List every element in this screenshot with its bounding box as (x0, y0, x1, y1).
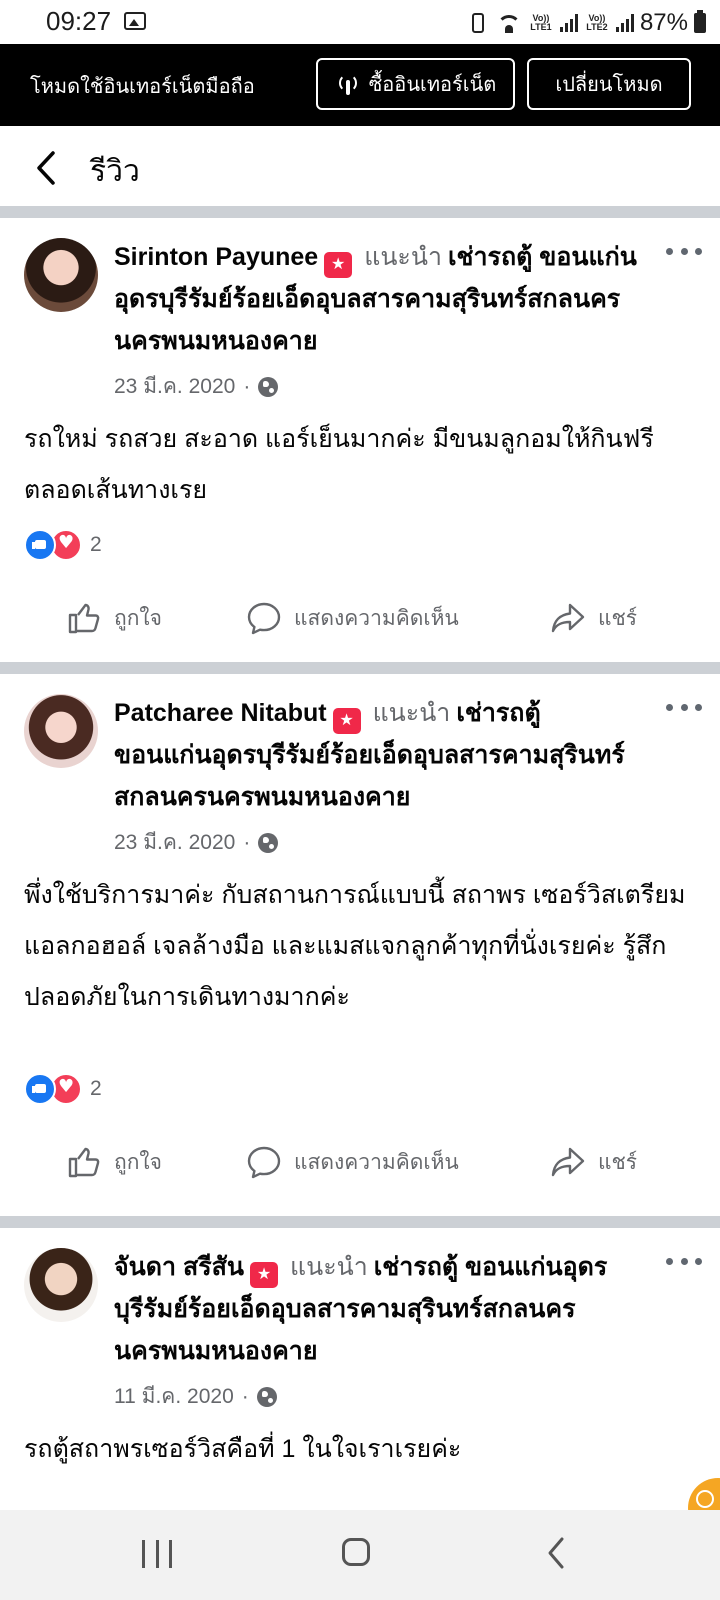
action-row: ถูกใจ แสดงความคิดเห็น แชร์ (0, 1132, 720, 1192)
review-date-row: 11 มี.ค. 2020 · (114, 1380, 277, 1413)
review-text: พึ่งใช้บริการมาค่ะ กับสถานการณ์แบบนี้ สถ… (24, 881, 686, 1011)
review-post: Patcharee Nitabut ★ แนะนำ เช่ารถตู้ ขอนแก่น… (0, 674, 720, 1204)
share-button[interactable]: แชร์ (550, 588, 637, 648)
globe-icon (258, 376, 279, 397)
comment-button[interactable]: แสดงความคิดเห็น (246, 588, 459, 648)
review-author[interactable]: Sirinton Payunee (114, 243, 318, 271)
share-button[interactable]: แชร์ (550, 1132, 637, 1192)
gallery-icon (124, 12, 146, 30)
separator-dot: · (243, 374, 251, 398)
lte1-label: Vo)) LTE1 (530, 13, 552, 32)
status-icons: Vo)) LTE1 Vo)) LTE2 87% (471, 8, 706, 38)
page-title: รีวิว (90, 155, 140, 188)
review-post: จันดา สรีสัน ★ แนะนำ เช่ารถตู้ ขอนแก่นอุดรบ… (0, 1228, 720, 1510)
like-reaction-icon (24, 1073, 56, 1105)
like-button[interactable]: ถูกใจ (66, 588, 162, 648)
review-date[interactable]: 11 มี.ค. 2020 (114, 1380, 234, 1413)
like-reaction-icon (24, 529, 56, 561)
comment-icon (247, 602, 281, 635)
reactions-summary[interactable]: 2 (24, 529, 102, 561)
share-arrow-icon (551, 1147, 585, 1177)
section-divider (0, 1216, 720, 1228)
review-text: รถตู้สถาพรเซอร์วิสคือที่ 1 ในใจเราเรยค่ะ (24, 1435, 462, 1463)
review-date[interactable]: 23 มี.ค. 2020 (114, 826, 235, 859)
thumbs-up-icon (68, 603, 100, 634)
like-button[interactable]: ถูกใจ (66, 1132, 162, 1192)
buy-internet-button[interactable]: ซื้ออินเทอร์เน็ต (316, 58, 515, 110)
data-mode-text: โหมดใช้อินเทอร์เน็ตมือถือ (30, 76, 255, 98)
buy-internet-label: ซื้ออินเทอร์เน็ต (368, 74, 497, 96)
comment-button[interactable]: แสดงความคิดเห็น (246, 1132, 459, 1192)
review-text: รถใหม่ รถสวย สะอาด แอร์เย็นมากค่ะ มีขนมล… (24, 425, 654, 504)
review-author[interactable]: Patcharee Nitabut (114, 699, 327, 727)
review-date[interactable]: 23 มี.ค. 2020 (114, 370, 235, 403)
signal-icon (559, 14, 578, 32)
avatar[interactable] (24, 238, 98, 312)
review-date-row: 23 มี.ค. 2020 · (114, 370, 279, 403)
system-navigation-bar (0, 1510, 720, 1600)
separator-dot: · (241, 1384, 249, 1408)
signal-icon (615, 14, 634, 32)
more-options-icon[interactable] (666, 1258, 702, 1268)
reaction-count: 2 (90, 1077, 102, 1100)
recent-apps-button[interactable] (142, 1540, 172, 1568)
battery-percent: 87% (639, 9, 688, 36)
comment-label: แสดงความคิดเห็น (294, 606, 459, 630)
avatar[interactable] (24, 1248, 98, 1322)
more-options-icon[interactable] (666, 248, 702, 258)
status-time: 09:27 (46, 6, 112, 36)
switch-mode-button[interactable]: เปลี่ยนโหมด (527, 58, 691, 110)
home-button[interactable] (342, 1538, 370, 1566)
share-label: แชร์ (598, 1150, 638, 1174)
data-mode-banner: โหมดใช้อินเทอร์เน็ตมือถือ ซื้ออินเทอร์เน… (0, 44, 720, 126)
battery-icon (694, 10, 706, 33)
recommend-icon: ★ (324, 252, 353, 278)
review-date-row: 23 มี.ค. 2020 · (114, 826, 279, 859)
separator-dot: · (243, 830, 251, 854)
back-button[interactable] (546, 1536, 566, 1570)
avatar[interactable] (24, 694, 98, 768)
lte2-label: Vo)) LTE2 (586, 13, 608, 32)
action-row: ถูกใจ แสดงความคิดเห็น แชร์ (0, 588, 720, 648)
share-label: แชร์ (598, 606, 638, 630)
antenna-icon (335, 71, 361, 97)
comment-icon (247, 1146, 281, 1179)
battery-saver-icon (471, 13, 484, 33)
share-arrow-icon (551, 603, 585, 633)
recommends-label: แนะนำ (372, 699, 451, 727)
recommends-label: แนะนำ (290, 1253, 368, 1281)
section-divider (0, 662, 720, 674)
reaction-count: 2 (90, 533, 102, 556)
status-bar: 09:27 Vo)) LTE1 Vo)) LTE2 87% (0, 0, 720, 44)
like-label: ถูกใจ (114, 1150, 162, 1174)
review-author[interactable]: จันดา สรีสัน (114, 1253, 244, 1281)
globe-icon (256, 1386, 277, 1407)
reactions-summary[interactable]: 2 (24, 1073, 102, 1105)
page-header: รีวิว (0, 126, 720, 210)
review-post: Sirinton Payunee ★ แนะนำ เช่ารถตู้ ขอนแก่นอ… (0, 218, 720, 658)
switch-mode-label: เปลี่ยนโหมด (555, 74, 663, 96)
comment-label: แสดงความคิดเห็น (294, 1150, 459, 1174)
more-options-icon[interactable] (666, 704, 702, 714)
wifi-icon (496, 13, 522, 33)
review-header: Sirinton Payunee ★ แนะนำ เช่ารถตู้ ขอนแก่นอ… (114, 236, 644, 362)
globe-icon (258, 832, 279, 853)
recommend-icon: ★ (332, 708, 361, 734)
review-header: จันดา สรีสัน ★ แนะนำ เช่ารถตู้ ขอนแก่นอุดรบ… (114, 1246, 644, 1372)
review-header: Patcharee Nitabut ★ แนะนำ เช่ารถตู้ ขอนแก่น… (114, 692, 644, 818)
thumbs-up-icon (68, 1147, 100, 1178)
like-label: ถูกใจ (114, 606, 162, 630)
recommends-label: แนะนำ (364, 243, 442, 271)
section-divider (0, 206, 720, 218)
back-arrow-icon[interactable] (36, 150, 56, 186)
recommend-icon: ★ (250, 1262, 278, 1288)
